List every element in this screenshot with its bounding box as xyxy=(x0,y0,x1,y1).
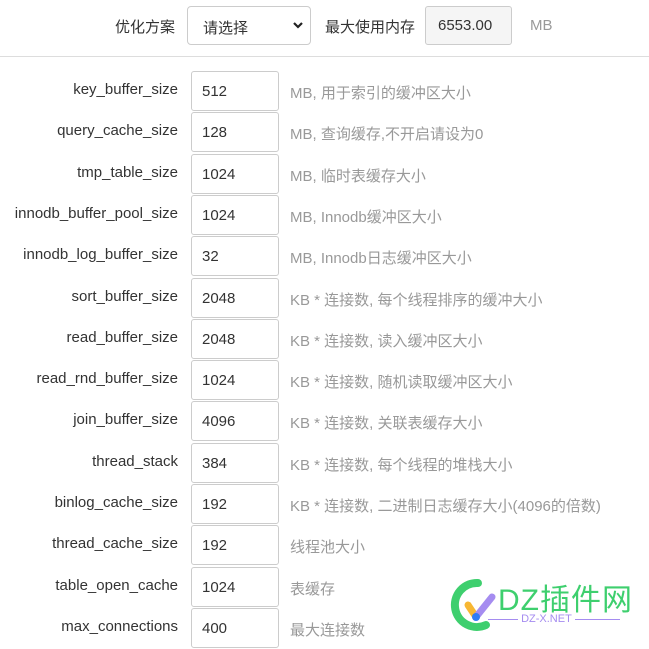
param-description: 表缓存 xyxy=(290,580,336,598)
chevron-down-icon xyxy=(293,22,303,29)
scheme-select[interactable]: 请选择 xyxy=(187,6,311,45)
param-row-query-cache-size: query_cache_size 128 MB, 查询缓存,不开启请设为0 xyxy=(0,112,649,153)
param-label: query_cache_size xyxy=(57,122,178,140)
param-input[interactable]: 512 xyxy=(191,71,279,111)
param-label: join_buffer_size xyxy=(73,411,178,429)
param-description: KB * 连接数, 随机读取缓冲区大小 xyxy=(290,374,513,392)
param-value: 1024 xyxy=(202,206,236,224)
scheme-label: 优化方案 xyxy=(115,19,176,36)
param-label: table_open_cache xyxy=(55,576,178,594)
param-row-tmp-table-size: tmp_table_size 1024 MB, 临时表缓存大小 xyxy=(0,153,649,195)
param-input[interactable]: 192 xyxy=(191,484,279,524)
param-label: read_rnd_buffer_size xyxy=(36,370,179,388)
param-label: thread_stack xyxy=(92,452,178,470)
param-description: 最大连接数 xyxy=(290,621,366,639)
param-value: 1024 xyxy=(202,372,236,390)
param-row-key-buffer-size: key_buffer_size 512 MB, 用于索引的缓冲区大小 xyxy=(0,71,649,112)
param-description: 线程池大小 xyxy=(290,539,366,557)
param-input[interactable]: 1024 xyxy=(191,360,279,401)
param-value: 2048 xyxy=(202,330,236,348)
param-label: thread_cache_size xyxy=(52,535,178,553)
param-value: 512 xyxy=(202,83,228,100)
param-input[interactable]: 192 xyxy=(191,525,279,566)
param-description: KB * 连接数, 关联表缓存大小 xyxy=(290,415,483,433)
param-value: 192 xyxy=(202,496,228,513)
param-input[interactable]: 128 xyxy=(191,112,279,153)
param-value: 384 xyxy=(202,454,228,472)
param-value: 1024 xyxy=(202,578,236,596)
param-input[interactable]: 4096 xyxy=(191,401,279,442)
param-row-read-rnd-buffer-size: read_rnd_buffer_size 1024 KB * 连接数, 随机读取缓冲… xyxy=(0,360,649,401)
param-description: MB, 临时表缓存大小 xyxy=(290,167,426,185)
param-label: max_connections xyxy=(61,617,178,635)
max-memory-label: 最大使用内存 xyxy=(325,19,416,36)
scheme-select-value: 请选择 xyxy=(203,20,249,37)
param-description: KB * 连接数, 每个线程排序的缓冲大小 xyxy=(290,291,543,309)
param-description: MB, Innodb日志缓冲区大小 xyxy=(290,250,472,268)
param-row-binlog-cache-size: binlog_cache_size 192 KB * 连接数, 二进制日志缓存大小(… xyxy=(0,484,649,525)
param-input[interactable]: 384 xyxy=(191,442,279,483)
param-label: innodb_buffer_pool_size xyxy=(14,204,178,222)
param-row-read-buffer-size: read_buffer_size 2048 KB * 连接数, 读入缓冲区大小 xyxy=(0,318,649,360)
param-input[interactable]: 1024 xyxy=(191,566,279,607)
param-input[interactable]: 2048 xyxy=(191,277,279,318)
logo-icon xyxy=(450,578,496,631)
param-label: tmp_table_size xyxy=(77,163,178,181)
max-memory-unit: MB xyxy=(530,17,553,34)
max-memory-value: 6553.00 xyxy=(438,17,493,34)
param-value: 128 xyxy=(202,124,228,142)
param-label: read_buffer_size xyxy=(66,328,178,346)
watermark-subtitle: DZ-X.NET xyxy=(488,613,620,625)
param-input[interactable]: 2048 xyxy=(191,318,279,359)
param-input[interactable]: 1024 xyxy=(191,153,279,194)
param-description: MB, 查询缓存,不开启请设为0 xyxy=(290,126,484,144)
param-value: 2048 xyxy=(202,289,236,307)
param-value: 4096 xyxy=(202,413,236,431)
param-row-thread-stack: thread_stack 384 KB * 连接数, 每个线程的堆栈大小 xyxy=(0,442,649,484)
param-description: MB, Innodb缓冲区大小 xyxy=(290,208,442,226)
param-label: innodb_log_buffer_size xyxy=(23,246,178,264)
optimization-toolbar: 优化方案 请选择 最大使用内存 6553.00 MB xyxy=(0,0,649,57)
param-value: 1024 xyxy=(202,165,236,183)
param-input[interactable]: 1024 xyxy=(191,194,279,235)
param-value: 192 xyxy=(202,537,228,555)
param-value: 400 xyxy=(202,619,228,637)
param-description: MB, 用于索引的缓冲区大小 xyxy=(290,85,471,102)
watermark-logo: DZ插件网 DZ-X.NET xyxy=(448,575,648,635)
param-description: KB * 连接数, 每个线程的堆栈大小 xyxy=(290,456,513,474)
param-value: 32 xyxy=(202,248,219,266)
param-label: sort_buffer_size xyxy=(71,287,178,305)
param-label: key_buffer_size xyxy=(73,81,178,98)
param-description: KB * 连接数, 二进制日志缓存大小(4096的倍数) xyxy=(290,498,601,515)
param-input[interactable]: 32 xyxy=(191,236,279,277)
param-description: KB * 连接数, 读入缓冲区大小 xyxy=(290,332,483,350)
param-row-innodb-buffer-pool-size: innodb_buffer_pool_size 1024 MB, Innodb缓冲区… xyxy=(0,194,649,236)
max-memory-input[interactable]: 6553.00 xyxy=(425,6,512,45)
param-row-innodb-log-buffer-size: innodb_log_buffer_size 32 MB, Innodb日志缓冲区大… xyxy=(0,236,649,277)
param-row-thread-cache-size: thread_cache_size 192 线程池大小 xyxy=(0,525,649,566)
param-row-sort-buffer-size: sort_buffer_size 2048 KB * 连接数, 每个线程排序的缓冲大… xyxy=(0,277,649,319)
param-label: binlog_cache_size xyxy=(54,494,178,511)
param-input[interactable]: 400 xyxy=(191,607,279,648)
param-row-join-buffer-size: join_buffer_size 4096 KB * 连接数, 关联表缓存大小 xyxy=(0,401,649,442)
